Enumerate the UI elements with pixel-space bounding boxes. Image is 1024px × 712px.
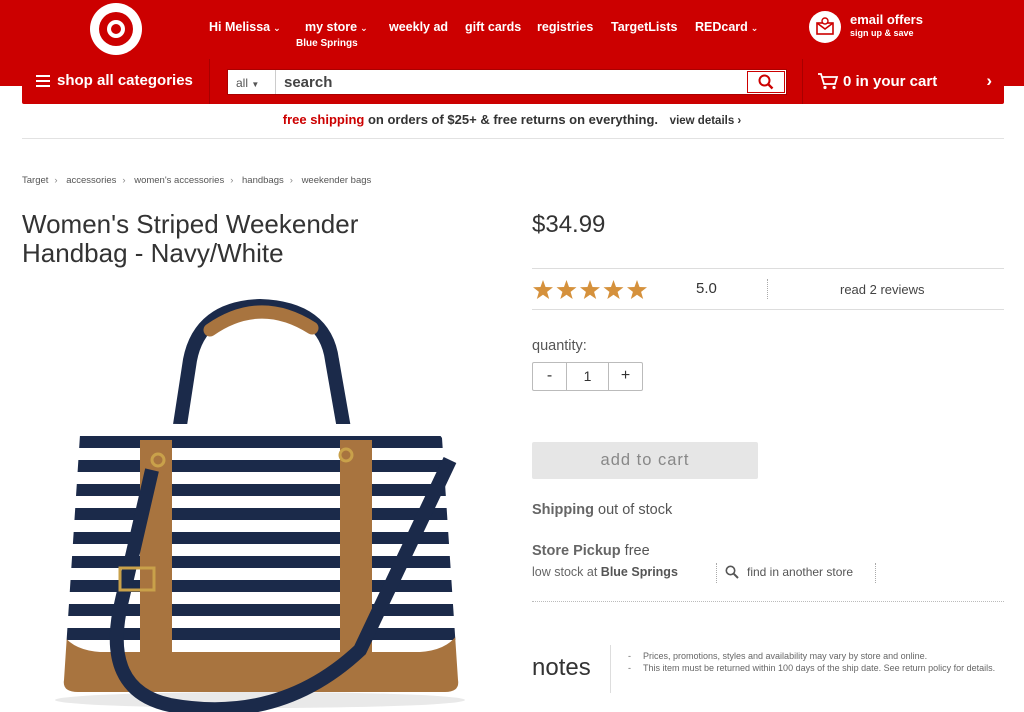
quantity-input[interactable]: 1 (567, 363, 608, 390)
rating-value: 5.0 (696, 280, 717, 297)
redcard-label: REDcard (695, 20, 748, 34)
product-image[interactable] (40, 290, 480, 712)
account-menu[interactable]: Hi Melissa ⌄ (209, 20, 281, 34)
shipping-availability: out of stock (598, 502, 673, 518)
rating-divider (767, 279, 768, 299)
chevron-down-icon: ⌄ (360, 23, 368, 33)
greeting-label: Hi Melissa (209, 20, 271, 34)
dropdown-arrow-icon: ▼ (251, 80, 260, 89)
search-row: shop all categories all ▼ 0 in your cart… (22, 59, 1004, 104)
quantity-increase-button[interactable]: + (608, 363, 642, 390)
breadcrumb: Target › accessories › women's accessories… (22, 175, 371, 186)
chevron-right-icon: › (230, 175, 234, 186)
star-rating-icon (533, 280, 647, 299)
star-icon (603, 280, 624, 299)
low-stock-prefix: low stock at (532, 565, 598, 579)
shop-all-categories-button[interactable]: shop all categories (22, 59, 210, 104)
store-pickup-status: Store Pickup free (532, 543, 650, 559)
redcard-menu[interactable]: REDcard ⌄ (695, 20, 758, 34)
my-store-menu[interactable]: my store ⌄ (305, 20, 368, 34)
gift-cards-link[interactable]: gift cards (465, 20, 521, 34)
cart-button[interactable]: 0 in your cart › (802, 59, 1004, 104)
search-icon (758, 74, 774, 90)
my-store-label: my store (305, 20, 358, 34)
cart-label: 0 in your cart (843, 73, 938, 90)
star-icon (627, 280, 647, 299)
chevron-right-icon: › (289, 175, 293, 186)
star-icon (580, 280, 600, 299)
view-details-link[interactable]: view details › (670, 115, 742, 127)
quantity-decrease-button[interactable]: - (533, 363, 567, 390)
chevron-down-icon: ⌄ (273, 23, 281, 33)
find-in-another-store-link[interactable]: find in another store (725, 565, 853, 579)
note-item: This item must be returned within 100 da… (628, 663, 1008, 674)
notes-divider (610, 645, 611, 693)
add-to-cart-button[interactable]: add to cart (532, 442, 758, 479)
search-input[interactable] (284, 73, 724, 91)
pickup-divider (716, 563, 717, 583)
chevron-right-icon: › (986, 71, 992, 90)
cart-icon (818, 73, 839, 90)
search-box: all ▼ (227, 69, 787, 95)
header-divider (22, 138, 1004, 139)
chevron-right-icon: › (54, 175, 58, 186)
rating-row: 5.0 read 2 reviews (532, 268, 1004, 310)
chevron-right-icon: › (122, 175, 126, 186)
search-button[interactable] (747, 71, 785, 93)
search-scope-select[interactable]: all ▼ (228, 70, 276, 94)
email-offers-icon[interactable] (809, 11, 841, 43)
shipping-label: Shipping (532, 502, 595, 518)
chevron-down-icon: ⌄ (750, 23, 759, 33)
store-pickup-label: Store Pickup (532, 543, 621, 559)
email-offers-title[interactable]: email offers (850, 12, 923, 27)
search-icon (725, 565, 739, 579)
low-stock-notice: low stock at Blue Springs (532, 565, 678, 579)
striped-weekender-bag-icon (55, 298, 465, 712)
breadcrumb-item[interactable]: women's accessories (134, 175, 224, 186)
notes-title: notes (532, 654, 591, 681)
target-lists-link[interactable]: TargetLists (611, 20, 677, 34)
star-icon (556, 280, 577, 299)
read-reviews-link[interactable]: read 2 reviews (840, 282, 925, 297)
note-item: Prices, promotions, styles and availabil… (628, 651, 1008, 662)
breadcrumb-item[interactable]: weekender bags (302, 175, 372, 186)
breadcrumb-item[interactable]: handbags (242, 175, 284, 186)
promo-banner: free shipping on orders of $25+ & free r… (0, 112, 1024, 127)
store-pickup-price: free (624, 543, 650, 559)
email-offers-subtitle[interactable]: sign up & save (850, 28, 914, 38)
product-title: Women's Striped Weekender Handbag - Navy… (22, 209, 359, 268)
breadcrumb-item[interactable]: Target (22, 175, 48, 186)
quantity-stepper: - 1 + (532, 362, 643, 391)
store-name[interactable]: Blue Springs (296, 38, 358, 49)
star-icon (533, 280, 553, 299)
hamburger-icon (36, 72, 50, 90)
low-stock-store: Blue Springs (600, 565, 678, 579)
product-price: $34.99 (532, 211, 606, 238)
notes-list: Prices, promotions, styles and availabil… (628, 651, 1008, 675)
promo-text: on orders of $25+ & free returns on ever… (367, 112, 659, 127)
breadcrumb-item[interactable]: accessories (66, 175, 116, 186)
quantity-label: quantity: (532, 338, 587, 354)
registries-link[interactable]: registries (537, 20, 593, 34)
pickup-divider (875, 563, 876, 583)
section-divider (532, 601, 1004, 602)
promo-highlight: free shipping (282, 112, 365, 127)
shop-all-label: shop all categories (57, 72, 193, 89)
weekly-ad-link[interactable]: weekly ad (389, 20, 448, 34)
find-store-label: find in another store (747, 565, 854, 579)
shipping-status: Shipping out of stock (532, 502, 672, 518)
target-logo[interactable] (90, 3, 142, 55)
